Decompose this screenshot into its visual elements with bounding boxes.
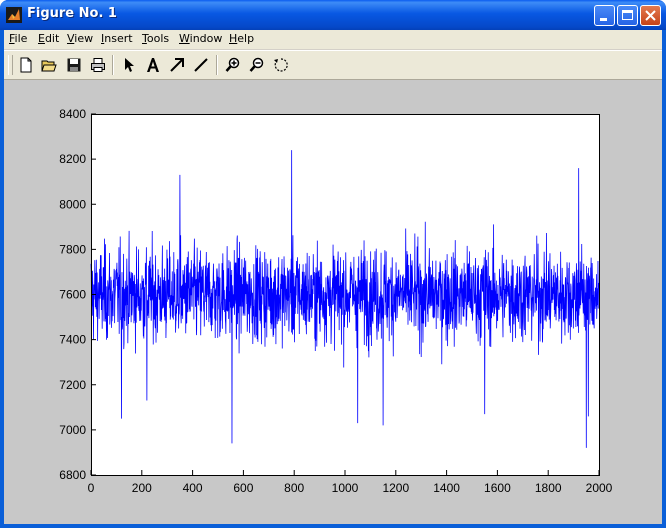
- y-tick-label: 7200: [59, 378, 86, 392]
- toolbar-separator: [112, 55, 114, 75]
- x-tick-label: 1400: [433, 481, 460, 495]
- y-tick-label: 8000: [59, 197, 86, 211]
- title-bar[interactable]: Figure No. 1: [0, 0, 666, 30]
- rotate-3d-icon: [274, 58, 288, 72]
- zoom-out-icon: [249, 57, 264, 72]
- menu-insert[interactable]: Insert: [101, 32, 133, 45]
- text-tool-icon: [147, 58, 159, 72]
- line-tool-icon: [194, 58, 208, 72]
- y-tick-label: 7600: [59, 288, 86, 302]
- x-tick-label: 1000: [332, 481, 359, 495]
- x-tick-label: 1200: [382, 481, 409, 495]
- figure-canvas[interactable]: 0 200 400 600 800 1000 1200 1400 1600 1800 2000 680…: [4, 80, 662, 524]
- menu-window[interactable]: Window: [179, 32, 222, 45]
- toolbar-separator: [216, 55, 218, 75]
- new-figure-button[interactable]: [16, 55, 36, 75]
- menu-edit[interactable]: Edit: [38, 32, 59, 45]
- save-button[interactable]: [64, 55, 84, 75]
- y-tick-label: 7800: [59, 242, 86, 256]
- matlab-logo-icon: [6, 7, 22, 23]
- window-title: Figure No. 1: [27, 6, 117, 21]
- open-file-button[interactable]: [39, 55, 59, 75]
- y-tick-label: 7000: [59, 423, 86, 437]
- figure-client-area: File Edit View Insert Tools Window Help: [4, 30, 662, 524]
- close-icon: [645, 10, 656, 21]
- menu-view[interactable]: View: [67, 32, 93, 45]
- x-tick-label: 0: [88, 481, 95, 495]
- menu-tools[interactable]: Tools: [142, 32, 169, 45]
- print-button[interactable]: [88, 55, 108, 75]
- zoom-in-icon: [225, 57, 240, 72]
- menu-bar: File Edit View Insert Tools Window Help: [4, 30, 662, 49]
- y-tick-label: 8200: [59, 152, 86, 166]
- menu-help[interactable]: Help: [229, 32, 254, 45]
- x-tick-label: 2000: [586, 481, 613, 495]
- new-file-icon: [20, 57, 32, 73]
- insert-arrow-button[interactable]: [167, 55, 187, 75]
- y-tick-label: 8400: [59, 107, 86, 121]
- rotate-3d-button[interactable]: [271, 55, 291, 75]
- figure-toolbar: [4, 50, 662, 80]
- close-button[interactable]: [640, 5, 661, 26]
- x-tick-label: 600: [233, 481, 253, 495]
- menu-file[interactable]: File: [9, 32, 27, 45]
- x-tick-label: 400: [183, 481, 203, 495]
- minimize-button[interactable]: [594, 5, 615, 26]
- print-icon: [91, 58, 105, 72]
- maximize-icon: [622, 10, 633, 20]
- minimize-icon: [600, 18, 607, 21]
- line-chart[interactable]: 0 200 400 600 800 1000 1200 1400 1600 1800 2000 680…: [4, 80, 662, 524]
- edit-plot-button[interactable]: [119, 55, 139, 75]
- y-tick-label: 7400: [59, 333, 86, 347]
- arrow-tool-icon: [170, 58, 184, 72]
- save-icon: [67, 58, 81, 72]
- maximize-button[interactable]: [617, 5, 638, 26]
- insert-line-button[interactable]: [191, 55, 211, 75]
- figure-window: Figure No. 1 File Edit View Insert Tools…: [0, 0, 666, 528]
- insert-text-button[interactable]: [143, 55, 163, 75]
- zoom-out-button[interactable]: [247, 55, 267, 75]
- toolbar-grip[interactable]: [8, 55, 13, 75]
- x-tick-label: 1800: [535, 481, 562, 495]
- y-tick-label: 6800: [59, 468, 86, 482]
- x-tick-label: 800: [284, 481, 304, 495]
- x-tick-label: 200: [132, 481, 152, 495]
- open-folder-icon: [41, 60, 57, 72]
- select-arrow-icon: [125, 58, 134, 72]
- zoom-in-button[interactable]: [223, 55, 243, 75]
- x-tick-label: 1600: [484, 481, 511, 495]
